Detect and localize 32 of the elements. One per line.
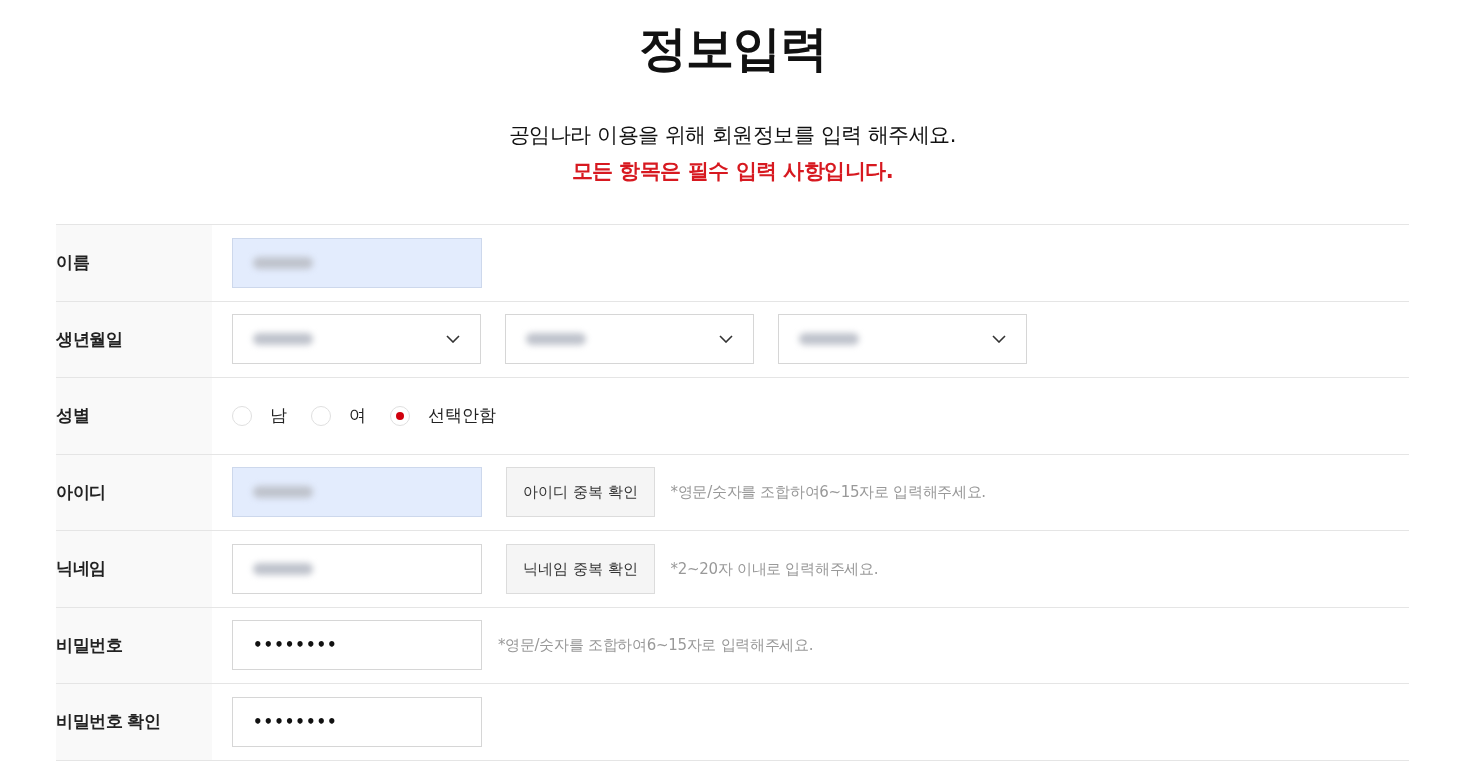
chevron-down-icon: [992, 335, 1006, 344]
field-label: 생년월일: [56, 327, 122, 351]
radio-label[interactable]: 남: [270, 403, 287, 429]
field-label: 이름: [56, 251, 89, 274]
dropdown[interactable]: [778, 314, 1027, 365]
field-label: 아이디: [56, 480, 106, 504]
password-field[interactable]: ••••••••: [232, 696, 482, 747]
input-field[interactable]: [232, 467, 482, 518]
check-button[interactable]: 닉네임 중복 확인: [506, 543, 655, 594]
chevron-down-icon: [719, 335, 733, 344]
radio-label[interactable]: 여: [349, 403, 366, 429]
check-button[interactable]: 아이디 중복 확인: [506, 467, 655, 518]
radio-button[interactable]: [311, 405, 331, 426]
chevron-down-icon: [446, 335, 460, 344]
password-field[interactable]: ••••••••: [232, 620, 482, 671]
field-label: 닉네임: [56, 557, 106, 580]
hint-text: *2~20자 이내로 입력해주세요.: [670, 558, 879, 580]
radio-label[interactable]: 선택안함: [428, 403, 496, 429]
required-notice: 모든 항목은 필수 입력 사항입니다.: [571, 158, 894, 185]
intro-text: 공임나라 이용을 위해 회원정보를 입력 해주세요.: [508, 122, 957, 149]
field-label: 비밀번호: [56, 633, 122, 657]
field-label: 비밀번호 확인: [56, 710, 161, 733]
hint-text: *영문/숫자를 조합하여6~15자로 입력해주세요.: [670, 482, 986, 503]
field-label: 성별: [56, 404, 89, 427]
hint-text: *영문/숫자를 조합하여6~15자로 입력해주세요.: [498, 635, 814, 656]
dropdown[interactable]: [232, 314, 481, 365]
input-field[interactable]: [232, 237, 482, 288]
radio-button[interactable]: [390, 405, 410, 426]
dropdown[interactable]: [505, 314, 754, 365]
page-title: 정보입력: [638, 19, 827, 78]
radio-button[interactable]: [232, 405, 252, 426]
input-field[interactable]: [232, 543, 482, 594]
